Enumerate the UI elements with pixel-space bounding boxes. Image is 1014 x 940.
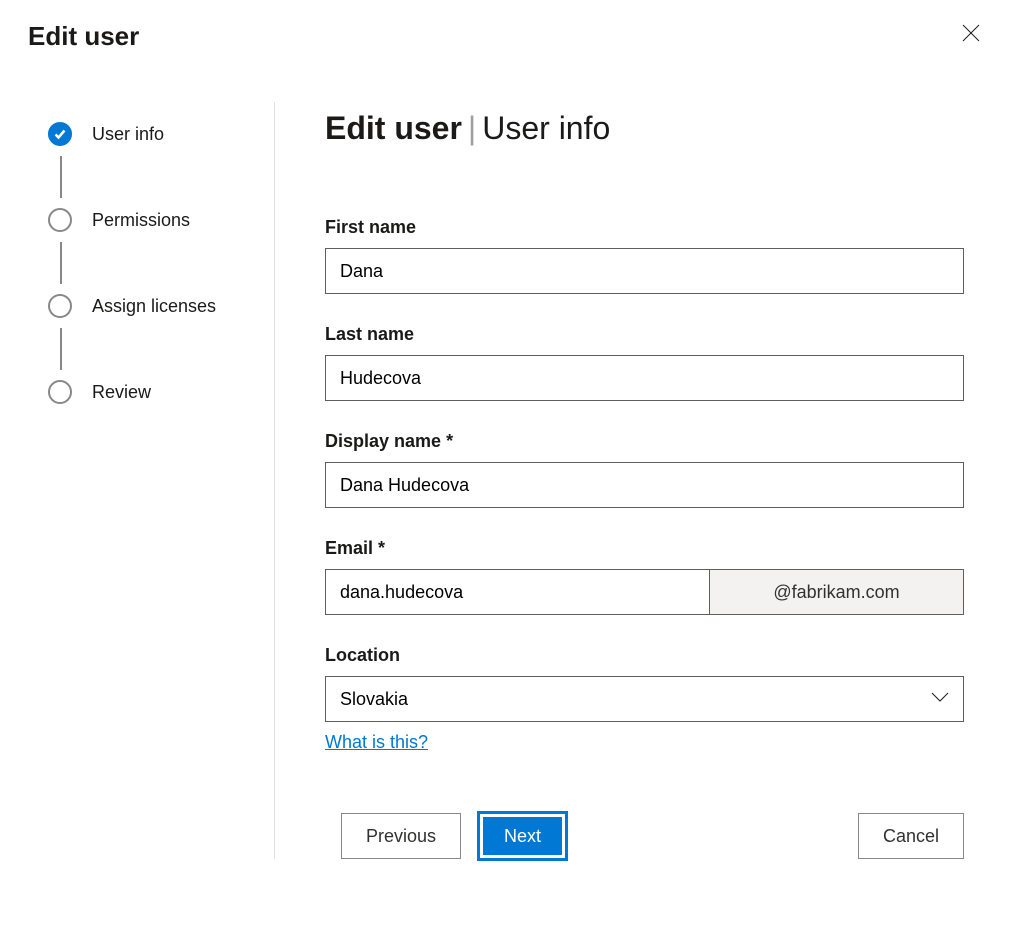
- display-name-input[interactable]: [325, 462, 964, 508]
- email-local-input[interactable]: [325, 569, 709, 615]
- wizard-buttons: Previous Next Cancel: [325, 813, 964, 859]
- step-connector: [60, 328, 62, 370]
- panel-header: Edit user: [0, 0, 1014, 62]
- step-indicator-empty-icon: [48, 294, 72, 318]
- wizard-sidebar: User info Permissions Assign licenses Re…: [0, 102, 275, 859]
- first-name-input[interactable]: [325, 248, 964, 294]
- heading-divider: |: [468, 110, 476, 146]
- step-indicator-empty-icon: [48, 208, 72, 232]
- step-connector: [60, 242, 62, 284]
- location-select[interactable]: Slovakia: [325, 676, 964, 722]
- display-name-label: Display name: [325, 431, 964, 452]
- what-is-this-link[interactable]: What is this?: [325, 732, 428, 753]
- step-label: Assign licenses: [92, 296, 216, 317]
- first-name-label: First name: [325, 217, 964, 238]
- email-domain: @fabrikam.com: [709, 569, 964, 615]
- last-name-label: Last name: [325, 324, 964, 345]
- location-label: Location: [325, 645, 964, 666]
- panel-title: Edit user: [28, 21, 139, 52]
- step-indicator-empty-icon: [48, 380, 72, 404]
- content-heading: Edit user|User info: [325, 110, 964, 147]
- close-icon: [962, 24, 980, 42]
- step-review[interactable]: Review: [48, 380, 274, 404]
- step-label: Permissions: [92, 210, 190, 231]
- content-pane: Edit user|User info First name Last name…: [275, 102, 1014, 859]
- step-permissions[interactable]: Permissions: [48, 208, 274, 294]
- step-user-info[interactable]: User info: [48, 122, 274, 208]
- last-name-input[interactable]: [325, 355, 964, 401]
- previous-button[interactable]: Previous: [341, 813, 461, 859]
- step-connector: [60, 156, 62, 198]
- content-heading-main: Edit user: [325, 110, 462, 146]
- step-label: Review: [92, 382, 151, 403]
- close-button[interactable]: [958, 20, 984, 52]
- step-assign-licenses[interactable]: Assign licenses: [48, 294, 274, 380]
- cancel-button[interactable]: Cancel: [858, 813, 964, 859]
- next-button[interactable]: Next: [479, 813, 566, 859]
- step-indicator-complete-icon: [48, 122, 72, 146]
- step-label: User info: [92, 124, 164, 145]
- email-label: Email: [325, 538, 964, 559]
- content-heading-sub: User info: [482, 110, 610, 146]
